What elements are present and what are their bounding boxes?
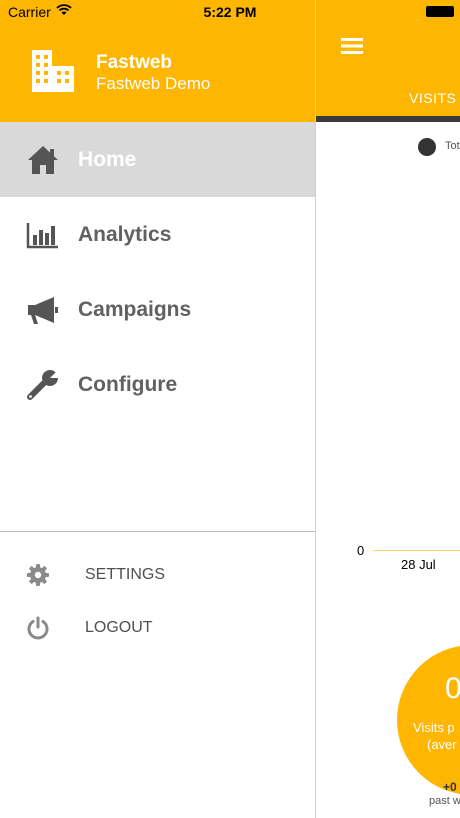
nav-item-campaigns[interactable]: Campaigns — [0, 272, 315, 347]
account-subtitle: Fastweb Demo — [96, 74, 211, 93]
nav-label-analytics: Analytics — [78, 223, 172, 246]
change-value: +0 — [443, 780, 457, 794]
drawer-divider — [0, 531, 315, 532]
company-name: Fastweb — [96, 52, 173, 73]
wrench-icon — [27, 369, 60, 400]
change-label: past w — [429, 795, 460, 807]
bar-chart-icon — [26, 223, 58, 249]
navigation-drawer: Fastweb Fastweb Demo Home Analytics Camp… — [0, 0, 316, 818]
legend-dot — [418, 138, 436, 156]
menu-icon[interactable] — [341, 38, 363, 54]
legend-label: Tot — [445, 140, 460, 152]
settings-button[interactable]: SETTINGS — [0, 550, 315, 600]
battery-icon — [426, 6, 454, 17]
axis-zero-label: 0 — [357, 543, 365, 558]
nav-label-campaigns: Campaigns — [78, 298, 192, 321]
power-icon — [27, 616, 49, 640]
gear-icon — [27, 564, 49, 586]
nav-item-configure[interactable]: Configure — [0, 347, 315, 422]
logout-label: LOGOUT — [85, 619, 153, 636]
stat-value: 0 — [445, 672, 460, 705]
stat-caption-sub: (aver — [427, 737, 457, 752]
tab-visits[interactable]: VISITS — [409, 90, 456, 106]
tab-underline — [315, 116, 460, 122]
logout-button[interactable]: LOGOUT — [0, 603, 315, 653]
axis-date-label: 28 Jul — [401, 557, 436, 572]
home-icon — [28, 146, 58, 174]
settings-label: SETTINGS — [85, 566, 166, 583]
nav-label-home: Home — [78, 148, 137, 171]
megaphone-icon — [28, 297, 58, 324]
status-bar: Carrier 5:22 PM — [0, 0, 460, 26]
nav-item-home[interactable]: Home — [0, 122, 315, 197]
status-time: 5:22 PM — [203, 4, 257, 20]
nav-label-configure: Configure — [78, 373, 178, 396]
building-icon — [32, 50, 74, 92]
axis-line — [373, 550, 460, 551]
stat-caption: Visits p — [413, 720, 455, 735]
nav-item-analytics[interactable]: Analytics — [0, 197, 315, 272]
main-content: VISITS Tot 0 28 Jul 0 Visits p (aver +0 … — [315, 0, 460, 818]
